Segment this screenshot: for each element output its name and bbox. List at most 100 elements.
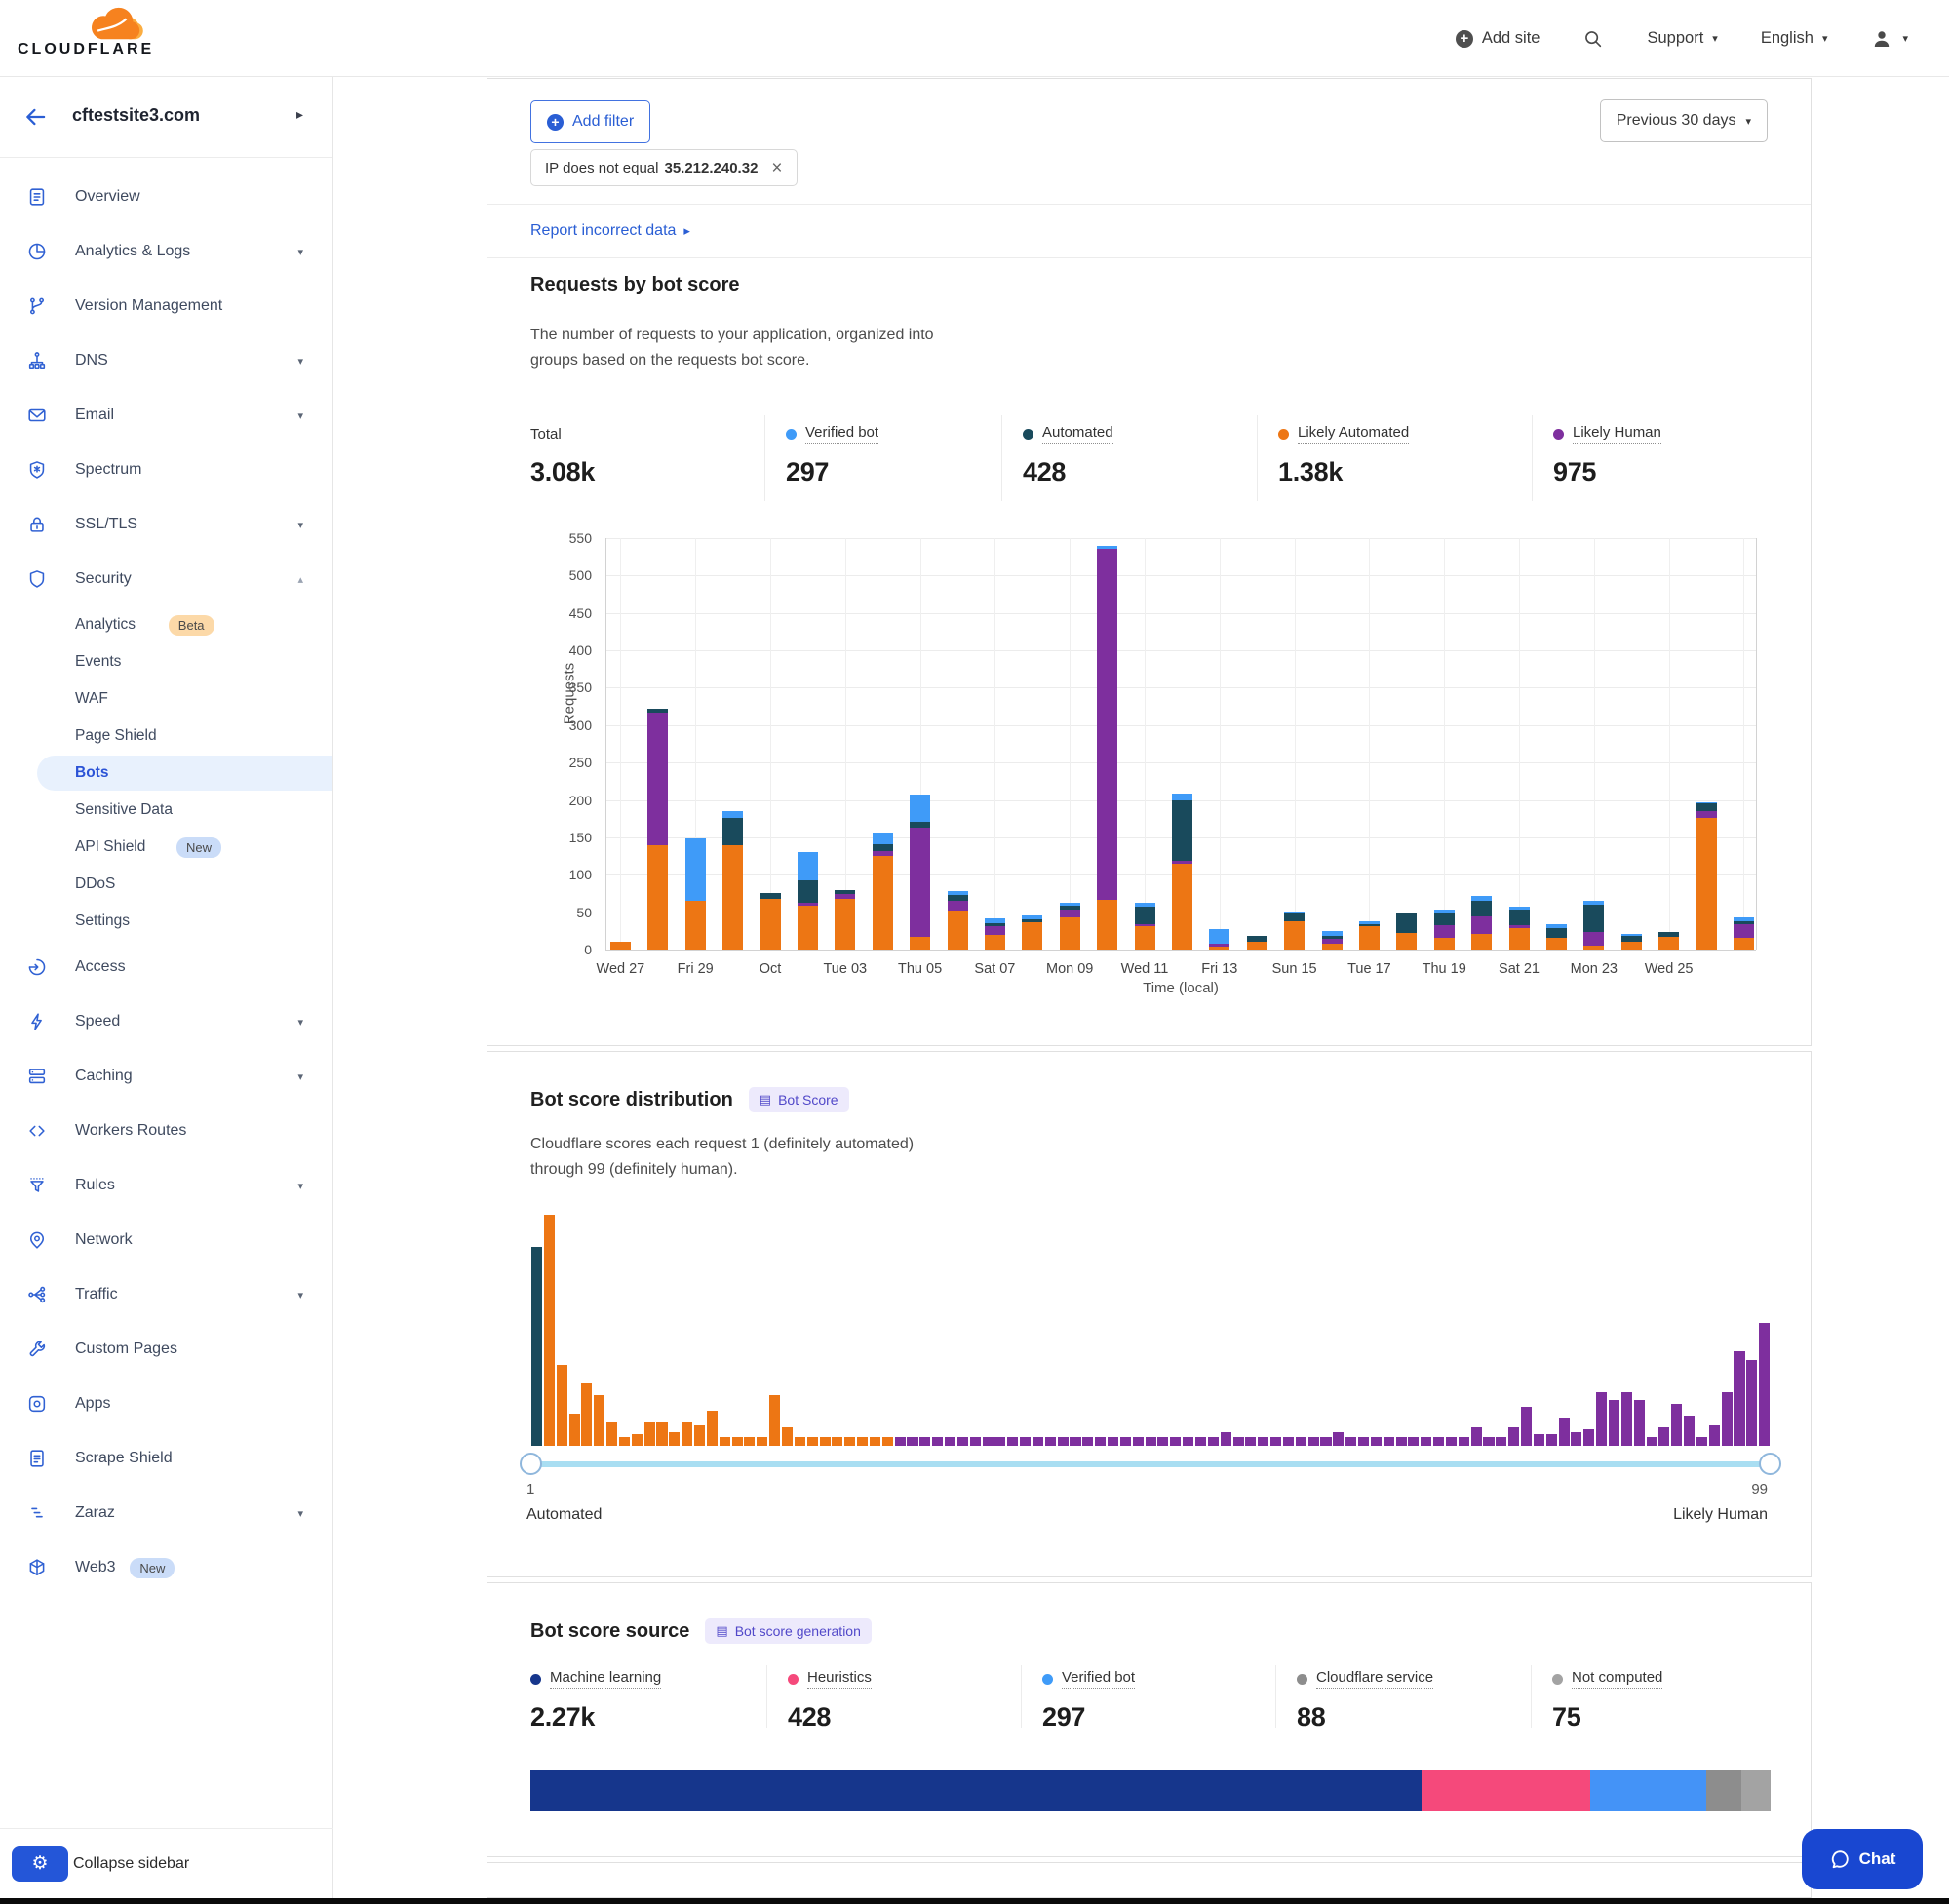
y-tick-label: 200 [543,793,592,808]
bar-segment-automated [835,890,855,895]
bar-segment-automated [647,709,668,713]
sidebar-item-spectrum[interactable]: Spectrum [0,443,332,497]
histogram-bar [1621,1392,1632,1446]
sidebar-subitem-waf[interactable]: WAF [0,680,332,718]
histogram-bar [581,1383,592,1446]
histogram-bar [1358,1437,1369,1446]
histogram-bar [1421,1437,1431,1446]
histogram-bar [669,1432,680,1446]
sidebar-item-ssl-tls[interactable]: SSL/TLS▾ [0,497,332,552]
settings-gear-button[interactable]: ⚙ [12,1846,68,1882]
chat-label: Chat [1859,1849,1896,1869]
network-icon [26,1229,48,1251]
histogram-bar [882,1437,893,1446]
sidebar-subitem-settings[interactable]: Settings [0,903,332,940]
sidebar-subitem-sensitive-data[interactable]: Sensitive Data [0,792,332,829]
sidebar-item-analytics-logs[interactable]: Analytics & Logs ▾ [0,224,332,279]
analytics-icon [26,241,48,262]
sidebar: cftestsite3.com ▸ OverviewAnalytics & Lo… [0,77,333,1898]
histogram-bar [1671,1404,1682,1446]
web3-icon [26,1557,48,1578]
sidebar-item-rules[interactable]: Rules▾ [0,1158,332,1213]
sidebar-item-speed[interactable]: Speed▾ [0,994,332,1049]
histogram-bar [1634,1400,1645,1446]
sidebar-subitem-bots[interactable]: Bots [0,755,332,792]
score-range-slider[interactable] [530,1461,1771,1467]
slider-handle-max[interactable] [1759,1453,1781,1475]
slider-handle-min[interactable] [520,1453,542,1475]
chevron-down-icon: ▾ [297,246,303,258]
language-menu[interactable]: English ▾ [1761,29,1828,48]
sidebar-subitem-analytics[interactable]: AnalyticsBeta [0,606,332,643]
add-site-button[interactable]: + Add site [1456,29,1540,48]
sidebar-item-caching[interactable]: Caching▾ [0,1049,332,1104]
bar-segment-likely-automated [1509,928,1530,950]
bar-segment-likely-human [873,851,893,856]
top-header: CLOUDFLARE + Add site Support ▾ English … [0,0,1949,77]
sidebar-item-workers-routes[interactable]: Workers Routes [0,1104,332,1158]
sidebar-subitem-ddos[interactable]: DDoS [0,866,332,903]
sidebar-item-zaraz[interactable]: Zaraz▾ [0,1486,332,1540]
bar-segment-likely-human [1509,925,1530,927]
sidebar-item-apps[interactable]: Apps [0,1377,332,1431]
sidebar-item-label: Version Management [75,297,222,315]
sidebar-subitem-api-shield[interactable]: API ShieldNew [0,829,332,866]
account-menu[interactable]: ▾ [1870,27,1908,51]
sidebar-item-security[interactable]: Security▴ [0,552,332,606]
version-icon [26,295,48,317]
cloudflare-wordmark: CLOUDFLARE [18,41,164,58]
gridline [1444,538,1445,950]
sidebar-item-custom-pages[interactable]: Custom Pages [0,1322,332,1377]
histogram-bar [1020,1437,1031,1446]
section-description: Cloudflare scores each request 1 (defini… [530,1132,914,1183]
histogram-bar [919,1437,930,1446]
email-icon [26,405,48,426]
gridline [605,613,1756,614]
histogram-bar [1746,1360,1757,1446]
sidebar-item-label: Network [75,1231,133,1249]
histogram-bar [907,1437,917,1446]
histogram-bar [632,1434,643,1446]
sidebar-subitem-page-shield[interactable]: Page Shield [0,718,332,755]
chat-bubble-icon [1829,1848,1851,1870]
slider-min-label: Automated [526,1506,602,1524]
collapse-sidebar-button[interactable]: Collapse sidebar [73,1855,189,1873]
support-menu[interactable]: Support ▾ [1647,29,1717,48]
sidebar-item-label: Analytics & Logs [75,243,190,260]
chevron-right-icon[interactable]: ▸ [296,106,303,123]
sidebar-item-traffic[interactable]: Traffic▾ [0,1267,332,1322]
bot-score-generation-badge[interactable]: ▤ Bot score generation [705,1618,872,1644]
sidebar-item-access[interactable]: Access [0,940,332,994]
gridline [620,538,621,950]
bar-segment-likely-automated [1359,926,1380,950]
sidebar-subitem-label: DDoS [75,875,115,893]
sidebar-subitem-events[interactable]: Events [0,643,332,680]
chat-button[interactable]: Chat [1802,1829,1923,1889]
sidebar-item-scrape-shield[interactable]: Scrape Shield [0,1431,332,1486]
back-arrow-icon[interactable] [23,104,49,135]
bot-score-badge[interactable]: ▤ Bot Score [749,1087,849,1112]
bar-segment-automated [1284,913,1305,920]
histogram-bar [1559,1418,1570,1446]
divider [1531,1665,1532,1728]
sidebar-item-version-management[interactable]: Version Management [0,279,332,333]
y-axis-label: Requests [562,636,578,753]
histogram-bar [1696,1437,1707,1446]
histogram-bar [619,1437,630,1446]
source-bar-segment-machine-learning [530,1770,1422,1811]
sidebar-item-dns[interactable]: DNS▾ [0,333,332,388]
dns-icon [26,350,48,371]
stat-label: Cloudflare service [1316,1669,1433,1689]
sidebar-item-label: Scrape Shield [75,1450,173,1467]
search-icon[interactable] [1582,28,1604,50]
legend-dot [530,1674,541,1685]
bar-segment-automated [1060,906,1080,909]
sidebar-item-network[interactable]: Network [0,1213,332,1267]
histogram-bar [1095,1437,1106,1446]
bar-segment-likely-human [1322,939,1343,944]
sidebar-subitem-label: API Shield [75,838,145,856]
sidebar-item-web3[interactable]: Web3New [0,1540,332,1595]
sidebar-item-overview[interactable]: Overview [0,170,332,224]
gridline [605,650,1756,651]
sidebar-item-email[interactable]: Email▾ [0,388,332,443]
